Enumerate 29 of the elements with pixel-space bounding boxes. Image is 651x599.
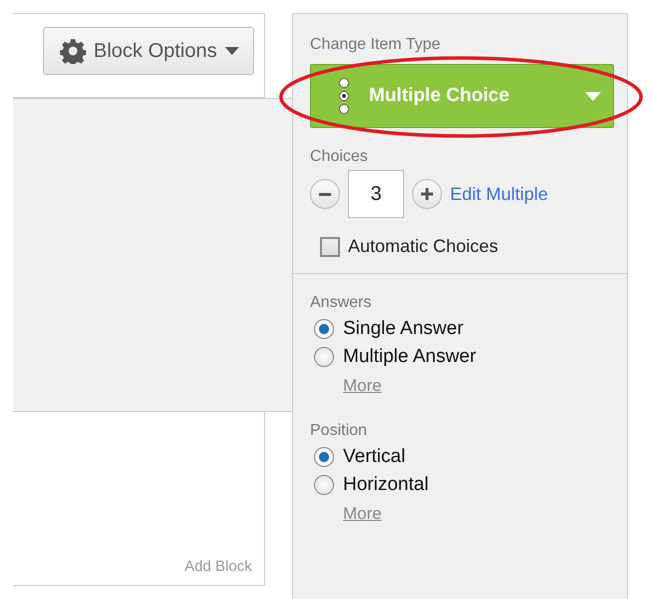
caret-icon [225, 47, 239, 55]
radio-button[interactable] [314, 447, 334, 467]
position-label: Position [310, 422, 368, 440]
item-type-dropdown[interactable]: Multiple Choice [310, 64, 614, 128]
minus-icon [319, 192, 331, 196]
block-options-button[interactable]: Block Options [42, 27, 254, 75]
radio-button[interactable] [314, 475, 334, 495]
decrement-button[interactable] [310, 179, 340, 209]
checkbox[interactable] [320, 236, 340, 256]
plus-icon [421, 188, 433, 200]
choices-count-field[interactable]: 3 [348, 170, 404, 218]
radio-label: Single Answer [343, 318, 464, 340]
item-type-label: Change Item Type [310, 36, 442, 54]
more-link[interactable]: More [343, 376, 382, 396]
radio-label: Vertical [343, 446, 406, 468]
choices-label: Choices [310, 148, 369, 166]
answers-label: Answers [310, 294, 372, 312]
caret-icon [585, 92, 601, 100]
edit-multiple-link[interactable]: Edit Multiple [450, 184, 548, 204]
gear-icon [60, 38, 86, 64]
more-link[interactable]: More [343, 504, 382, 524]
radio-label: Horizontal [343, 474, 429, 496]
increment-button[interactable] [412, 179, 442, 209]
radio-dots-icon [339, 78, 349, 114]
radio-button[interactable] [314, 319, 334, 339]
add-block-link[interactable]: Add Block [184, 558, 252, 575]
checkbox-label: Automatic Choices [348, 236, 498, 257]
radio-label: Multiple Answer [343, 346, 476, 368]
radio-button[interactable] [314, 347, 334, 367]
